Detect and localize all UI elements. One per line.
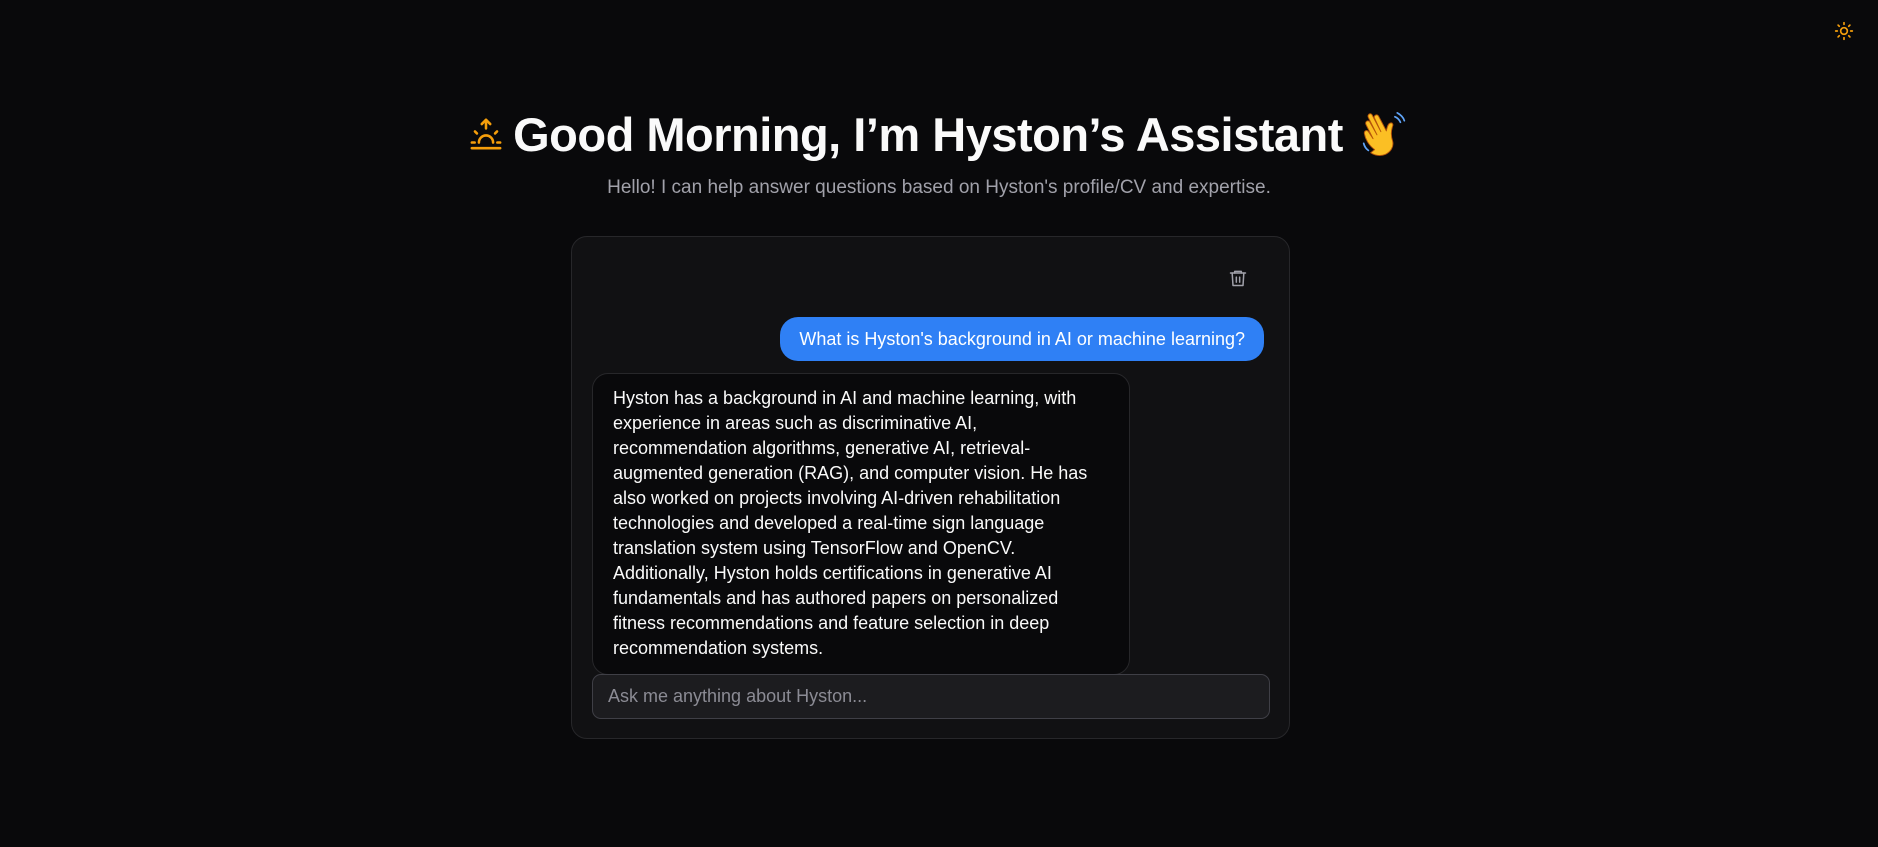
page: Good Morning, I’m Hyston’s Assistant Hel… xyxy=(0,0,1878,847)
hero: Good Morning, I’m Hyston’s Assistant Hel… xyxy=(0,102,1878,199)
sunrise-icon xyxy=(470,118,502,150)
waving-hand-icon xyxy=(1362,112,1406,156)
user-message: What is Hyston's background in AI or mac… xyxy=(780,317,1264,361)
page-title-text: Good Morning, I’m Hyston’s Assistant xyxy=(513,107,1343,161)
sun-icon xyxy=(1834,21,1854,41)
page-title: Good Morning, I’m Hyston’s Assistant xyxy=(469,102,1409,166)
assistant-message: Hyston has a background in AI and machin… xyxy=(592,373,1130,675)
chat-panel: What is Hyston's background in AI or mac… xyxy=(571,236,1290,739)
clear-chat-button[interactable] xyxy=(1227,267,1249,289)
chat-input[interactable] xyxy=(592,674,1270,719)
page-subtitle: Hello! I can help answer questions based… xyxy=(607,177,1271,198)
trash-icon xyxy=(1229,270,1247,287)
theme-toggle-button[interactable] xyxy=(1832,19,1856,43)
